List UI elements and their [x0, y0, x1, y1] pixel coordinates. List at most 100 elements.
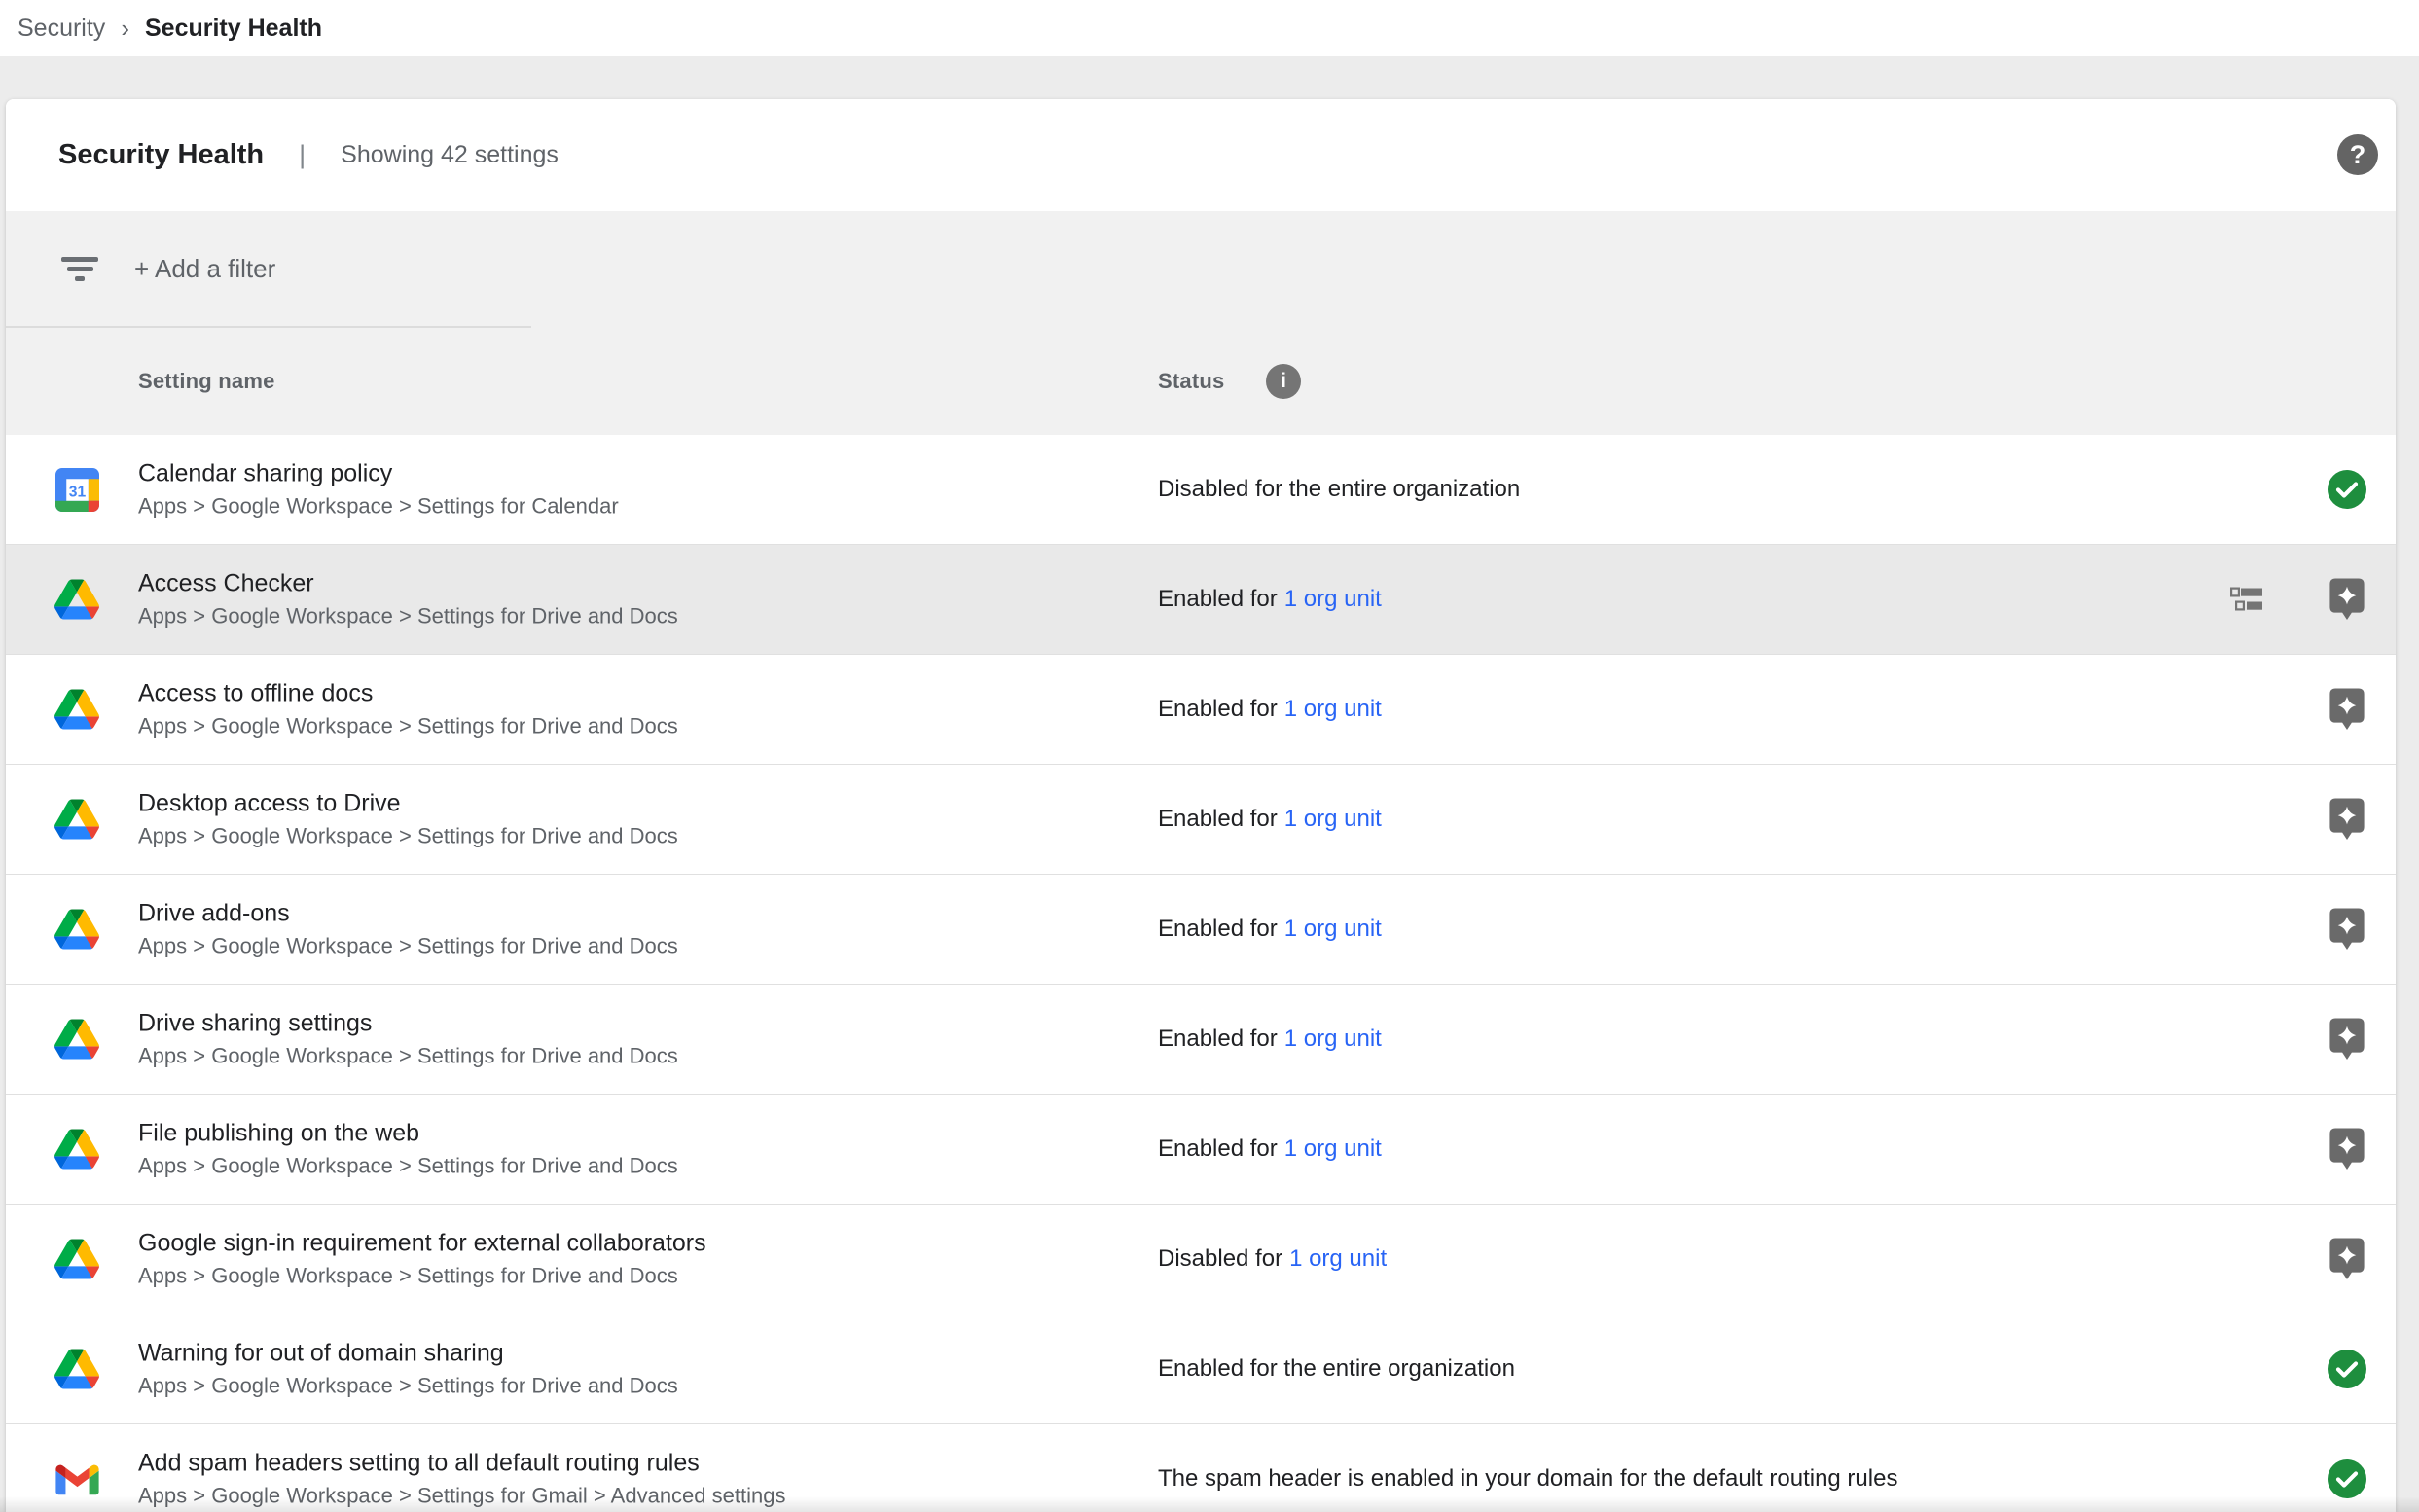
setting-row[interactable]: Drive add-ons Apps > Google Workspace > …: [6, 875, 2396, 985]
setting-path: Apps > Google Workspace > Settings for C…: [138, 491, 619, 522]
setting-app-icon: [54, 687, 99, 732]
breadcrumb-separator-icon: ›: [121, 14, 129, 44]
setting-app-icon: [54, 1017, 99, 1062]
status-cell: Enabled for1 org unit: [1158, 1135, 1382, 1163]
setting-path: Apps > Google Workspace > Settings for D…: [138, 1371, 678, 1402]
setting-title: Drive add-ons: [138, 897, 678, 931]
status-cell: The spam header is enabled in your domai…: [1158, 1465, 1897, 1493]
filter-icon[interactable]: [61, 257, 98, 281]
status-org-unit-link[interactable]: 1 org unit: [1284, 1135, 1382, 1162]
breadcrumb-current: Security Health: [145, 15, 322, 43]
status-text: Enabled for: [1158, 1026, 1278, 1052]
setting-name-cell: Drive sharing settings Apps > Google Wor…: [138, 1007, 678, 1072]
recommendation-badge-icon[interactable]: [2329, 799, 2365, 841]
status-text: Enabled for: [1158, 806, 1278, 832]
status-ok-icon: [2328, 1459, 2366, 1498]
status-cell: Enabled for1 org unit: [1158, 696, 1382, 723]
setting-app-icon: [54, 1457, 99, 1501]
status-org-unit-link[interactable]: 1 org unit: [1284, 916, 1382, 942]
filter-and-header-band: + Add a filter Setting name Status i: [6, 211, 2396, 435]
google-drive-icon: [54, 1019, 99, 1060]
status-text: Enabled for: [1158, 916, 1278, 942]
help-icon[interactable]: ?: [2337, 134, 2378, 175]
setting-path: Apps > Google Workspace > Settings for D…: [138, 711, 678, 742]
status-cell: Disabled for the entire organization: [1158, 476, 1520, 503]
setting-name-cell: Access Checker Apps > Google Workspace >…: [138, 567, 678, 632]
breadcrumb-parent[interactable]: Security: [18, 15, 105, 43]
setting-title: Access Checker: [138, 567, 678, 601]
status-cell: Enabled for the entire organization: [1158, 1355, 1515, 1383]
setting-row[interactable]: Add spam headers setting to all default …: [6, 1424, 2396, 1512]
setting-row[interactable]: Access to offline docs Apps > Google Wor…: [6, 655, 2396, 765]
status-text: The spam header is enabled in your domai…: [1158, 1465, 1897, 1492]
setting-name-cell: File publishing on the web Apps > Google…: [138, 1117, 678, 1182]
status-org-unit-link[interactable]: 1 org unit: [1284, 586, 1382, 612]
setting-row[interactable]: Desktop access to Drive Apps > Google Wo…: [6, 765, 2396, 875]
status-org-unit-link[interactable]: 1 org unit: [1289, 1245, 1387, 1272]
setting-path: Apps > Google Workspace > Settings for D…: [138, 821, 678, 852]
setting-name-cell: Drive add-ons Apps > Google Workspace > …: [138, 897, 678, 962]
setting-title: Access to offline docs: [138, 677, 678, 711]
google-drive-icon: [54, 1129, 99, 1170]
settings-table-body: 31 Calendar sharing policy Apps > Google…: [6, 435, 2396, 1512]
setting-name-cell: Warning for out of domain sharing Apps >…: [138, 1337, 678, 1402]
setting-row[interactable]: Google sign-in requirement for external …: [6, 1205, 2396, 1314]
setting-title: Add spam headers setting to all default …: [138, 1447, 785, 1481]
setting-row[interactable]: File publishing on the web Apps > Google…: [6, 1095, 2396, 1205]
gmail-icon: [55, 1462, 99, 1495]
status-text: Disabled for the entire organization: [1158, 476, 1520, 502]
google-drive-icon: [54, 909, 99, 950]
setting-app-icon: [54, 907, 99, 952]
setting-app-icon: 31: [54, 467, 99, 512]
status-text: Enabled for: [1158, 586, 1278, 612]
setting-app-icon: [54, 1127, 99, 1171]
recommendation-badge-icon[interactable]: [2329, 909, 2365, 951]
recommendation-badge-icon[interactable]: [2329, 1239, 2365, 1280]
recommendation-badge-icon[interactable]: [2329, 1129, 2365, 1170]
recommendation-badge-icon[interactable]: [2329, 689, 2365, 731]
breadcrumb: Security › Security Health: [0, 0, 2419, 56]
status-info-icon[interactable]: i: [1266, 364, 1301, 399]
setting-row[interactable]: Drive sharing settings Apps > Google Wor…: [6, 985, 2396, 1095]
setting-row[interactable]: 31 Calendar sharing policy Apps > Google…: [6, 435, 2396, 545]
status-cell: Enabled for1 org unit: [1158, 586, 1382, 613]
google-drive-icon: [54, 1349, 99, 1389]
page-title: Security Health: [58, 139, 264, 171]
setting-title: Warning for out of domain sharing: [138, 1337, 678, 1371]
status-text: Enabled for the entire organization: [1158, 1355, 1515, 1382]
status-text: Disabled for: [1158, 1245, 1282, 1272]
setting-name-cell: Add spam headers setting to all default …: [138, 1447, 785, 1512]
filter-bar: + Add a filter: [6, 211, 2396, 326]
status-org-unit-link[interactable]: 1 org unit: [1284, 1026, 1382, 1052]
status-text: Enabled for: [1158, 1135, 1278, 1162]
setting-title: Calendar sharing policy: [138, 457, 619, 491]
google-drive-icon: [54, 689, 99, 730]
status-ok-icon: [2328, 1350, 2366, 1388]
google-drive-icon: [54, 1239, 99, 1279]
setting-path: Apps > Google Workspace > Settings for D…: [138, 931, 678, 962]
column-header-setting-name: Setting name: [138, 369, 275, 394]
setting-path: Apps > Google Workspace > Settings for D…: [138, 1151, 678, 1182]
svg-text:31: 31: [68, 484, 86, 500]
setting-app-icon: [54, 1237, 99, 1281]
setting-app-icon: [54, 797, 99, 842]
setting-title: Drive sharing settings: [138, 1007, 678, 1041]
status-text: Enabled for: [1158, 696, 1278, 722]
google-drive-icon: [54, 799, 99, 840]
recommendation-badge-icon[interactable]: [2329, 1019, 2365, 1061]
setting-name-cell: Google sign-in requirement for external …: [138, 1227, 706, 1292]
status-cell: Enabled for1 org unit: [1158, 916, 1382, 943]
recommendation-badge-icon[interactable]: [2329, 579, 2365, 621]
setting-row[interactable]: Access Checker Apps > Google Workspace >…: [6, 545, 2396, 655]
setting-app-icon: [54, 577, 99, 622]
setting-name-cell: Access to offline docs Apps > Google Wor…: [138, 677, 678, 742]
setting-path: Apps > Google Workspace > Settings for G…: [138, 1481, 785, 1512]
setting-app-icon: [54, 1347, 99, 1391]
setting-path: Apps > Google Workspace > Settings for D…: [138, 1261, 706, 1292]
setting-row[interactable]: Warning for out of domain sharing Apps >…: [6, 1314, 2396, 1424]
status-org-unit-link[interactable]: 1 org unit: [1284, 806, 1382, 832]
org-units-icon: [2230, 588, 2262, 612]
add-filter-button[interactable]: + Add a filter: [134, 254, 275, 284]
status-org-unit-link[interactable]: 1 org unit: [1284, 696, 1382, 722]
setting-title: Desktop access to Drive: [138, 787, 678, 821]
